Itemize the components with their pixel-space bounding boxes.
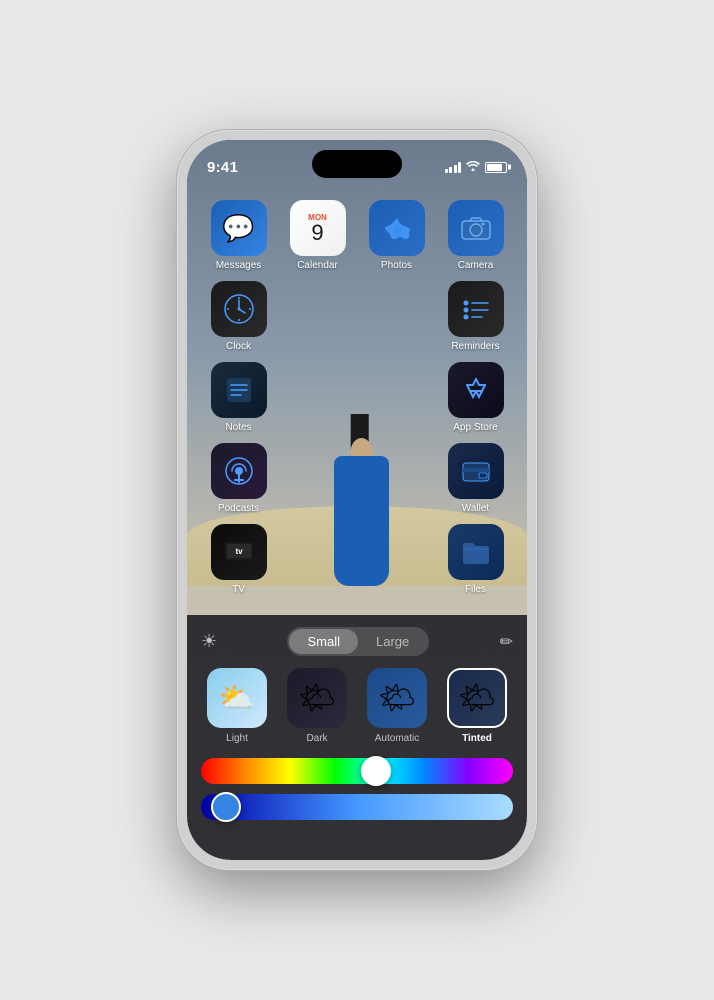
style-light-preview: ⛅: [207, 668, 267, 728]
app-empty-8: [362, 524, 432, 595]
app-row-5: tv TV: [199, 524, 515, 595]
photos-icon: [369, 200, 425, 256]
app-empty-3: [283, 362, 353, 433]
app-row-1: 💬 Messages MON 9 Calendar: [199, 200, 515, 271]
app-appstore[interactable]: App Store: [441, 362, 511, 433]
tv-icon: tv: [211, 524, 267, 580]
reminders-label: Reminders: [451, 341, 499, 352]
app-messages[interactable]: 💬 Messages: [204, 200, 274, 271]
phone-screen: 9:41: [187, 140, 527, 860]
style-tinted-label: Tinted: [462, 733, 492, 744]
app-row-3: Notes: [199, 362, 515, 433]
appstore-label: App Store: [453, 422, 497, 433]
style-light[interactable]: ⛅ Light: [201, 668, 273, 744]
app-photos[interactable]: Photos: [362, 200, 432, 271]
rainbow-slider[interactable]: [201, 758, 513, 784]
app-files[interactable]: Files: [441, 524, 511, 595]
notes-icon: [211, 362, 267, 418]
blue-slider[interactable]: [201, 794, 513, 820]
app-clock[interactable]: Clock: [204, 281, 274, 352]
signal-icon: [445, 161, 462, 173]
app-notes[interactable]: Notes: [204, 362, 274, 433]
appstore-icon: [448, 362, 504, 418]
app-empty-4: [362, 362, 432, 433]
style-dark-preview: 🌤: [287, 668, 347, 728]
size-selector-row: ☀ Small Large ✏: [201, 627, 513, 656]
svg-text:tv: tv: [235, 547, 243, 556]
files-icon: [448, 524, 504, 580]
app-row-2: Clock: [199, 281, 515, 352]
calendar-date: 9: [311, 222, 323, 244]
app-empty-7: [283, 524, 353, 595]
app-wallet[interactable]: Wallet: [441, 443, 511, 514]
photos-label: Photos: [381, 260, 412, 271]
style-auto-preview: 🌤: [367, 668, 427, 728]
files-label: Files: [465, 584, 486, 595]
calendar-label: Calendar: [297, 260, 338, 271]
notes-label: Notes: [225, 422, 251, 433]
podcasts-icon: [211, 443, 267, 499]
wallet-label: Wallet: [462, 503, 489, 514]
app-podcasts[interactable]: Podcasts: [204, 443, 274, 514]
screen-content: 9:41: [187, 140, 527, 860]
phone-device: 9:41: [177, 130, 537, 870]
size-toggle: Small Large: [287, 627, 429, 656]
brightness-icon: ☀: [201, 631, 217, 652]
wallet-icon: [448, 443, 504, 499]
app-camera[interactable]: Camera: [441, 200, 511, 271]
style-automatic[interactable]: 🌤 Automatic: [361, 668, 433, 744]
tv-label: TV: [232, 584, 245, 595]
dynamic-island: [312, 150, 402, 178]
messages-icon: 💬: [211, 200, 267, 256]
app-calendar[interactable]: MON 9 Calendar: [283, 200, 353, 271]
style-light-label: Light: [226, 733, 248, 744]
app-empty-6: [362, 443, 432, 514]
app-grid: 💬 Messages MON 9 Calendar: [187, 192, 527, 613]
calendar-icon: MON 9: [290, 200, 346, 256]
messages-label: Messages: [216, 260, 262, 271]
app-reminders[interactable]: Reminders: [441, 281, 511, 352]
app-empty-5: [283, 443, 353, 514]
battery-icon: [485, 162, 507, 173]
style-dark[interactable]: 🌤 Dark: [281, 668, 353, 744]
camera-icon: [448, 200, 504, 256]
size-large-button[interactable]: Large: [358, 629, 427, 654]
icon-style-row: ⛅ Light 🌤 Dark: [201, 668, 513, 744]
size-small-button[interactable]: Small: [289, 629, 358, 654]
style-tinted[interactable]: 🌤 Tinted: [441, 668, 513, 744]
style-dark-label: Dark: [306, 733, 327, 744]
battery-fill: [487, 164, 502, 171]
app-empty-1: [283, 281, 353, 352]
app-row-4: Podcasts: [199, 443, 515, 514]
clock-label: Clock: [226, 341, 251, 352]
reminders-icon: [448, 281, 504, 337]
app-tv[interactable]: tv TV: [204, 524, 274, 595]
eyedropper-icon[interactable]: ✏: [500, 632, 513, 652]
app-empty-2: [362, 281, 432, 352]
status-time: 9:41: [207, 159, 238, 176]
color-slider-row: [201, 758, 513, 820]
style-auto-label: Automatic: [375, 733, 419, 744]
clock-icon: [211, 281, 267, 337]
blue-slider-thumb[interactable]: [211, 792, 241, 822]
podcasts-label: Podcasts: [218, 503, 259, 514]
style-tinted-preview: 🌤: [447, 668, 507, 728]
rainbow-slider-thumb[interactable]: [361, 756, 391, 786]
status-icons: [445, 160, 508, 174]
bottom-panel: ☀ Small Large ✏ ⛅ Lig: [187, 615, 527, 860]
wifi-icon: [466, 160, 480, 174]
camera-label: Camera: [458, 260, 494, 271]
